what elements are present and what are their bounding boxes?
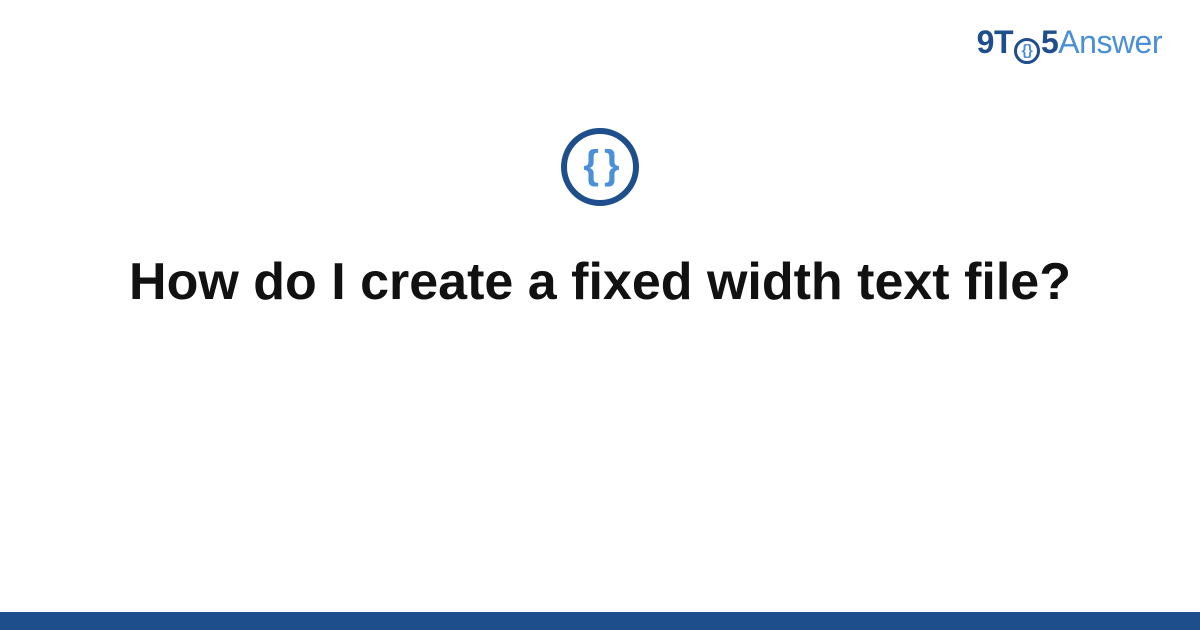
page-title: How do I create a fixed width text file? [89, 250, 1111, 315]
code-braces-icon: { } [561, 128, 639, 206]
braces-glyph: { } [583, 145, 616, 185]
logo-clock-icon: {} [1014, 38, 1040, 64]
logo-text-answer: Answer [1058, 24, 1162, 61]
main-content: { } How do I create a fixed width text f… [0, 128, 1200, 315]
logo-text-5: 5 [1041, 24, 1058, 61]
footer-accent-bar [0, 612, 1200, 630]
site-logo: 9T {} 5 Answer [977, 24, 1162, 62]
logo-text-9t: 9T [977, 24, 1013, 61]
